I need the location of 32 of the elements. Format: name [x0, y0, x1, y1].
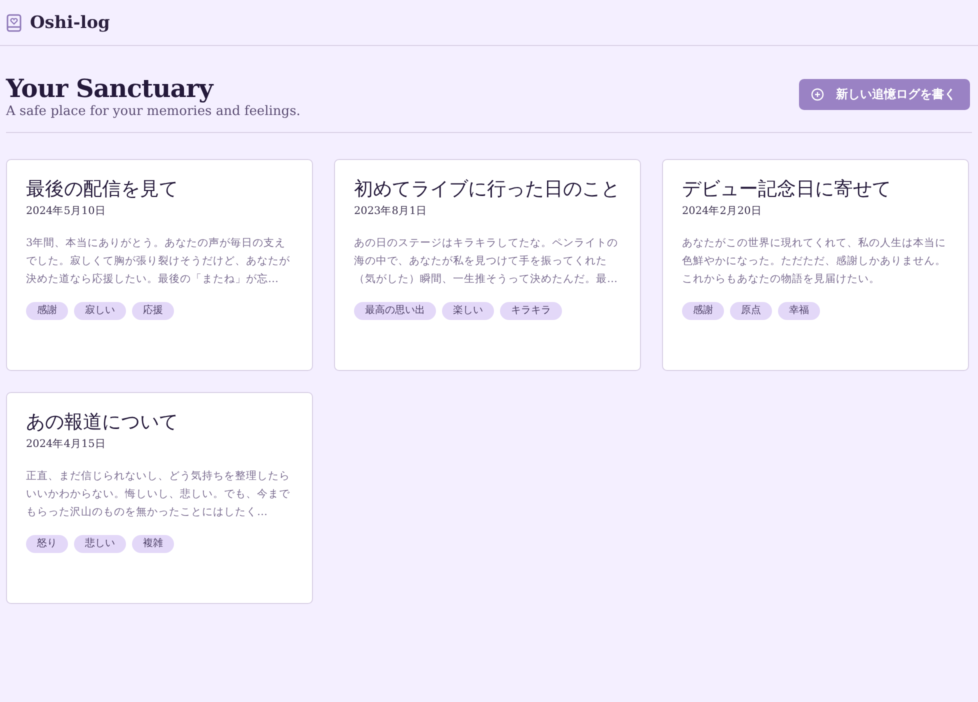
- card-excerpt: あなたがこの世界に現れてくれて、私の人生は本当に色鮮やかになった。ただただ、感謝しかありません。これからもあなたの物語を見届けたい。: [682, 236, 947, 287]
- card-excerpt: 3年間、本当にありがとう。あなたの声が毎日の支えでした。寂しくて胸が張り裂けそうだけど、あなたが決めた道なら応援したい。最後の「またね」が忘…: [26, 236, 291, 287]
- memory-card[interactable]: あの報道について 2024年4月15日 正直、まだ信じられないし、どう気持ちを整理したらいいかわからない。悔しいし、悲しい。でも、今までもらった沢山のものを無かったことにはしたく… 怒り 悲しい 複雑: [6, 392, 313, 604]
- page-subtitle: A safe place for your memories and feelings.: [6, 104, 300, 119]
- tag-chip: 感謝: [682, 302, 724, 320]
- tag-chip: 最高の思い出: [354, 302, 436, 320]
- memory-card[interactable]: 初めてライブに行った日のこと 2023年8月1日 あの日のステージはキラキラしてたな。ペンライトの海の中で、あなたが私を見つけて手を振ってくれた（気がした）瞬間、一生推そうって決めたんだ。最… 最高の思い出 楽しい キラキラ: [334, 159, 641, 371]
- plus-circle-icon: [811, 88, 824, 101]
- tag-chip: 寂しい: [74, 302, 126, 320]
- card-title: あの報道について: [26, 410, 179, 435]
- tag-chip: 悲しい: [74, 535, 126, 553]
- app-name: Oshi-log: [30, 12, 110, 32]
- memory-card[interactable]: デビュー記念日に寄せて 2024年2月20日 あなたがこの世界に現れてくれて、私の人生は本当に色鮮やかになった。ただただ、感謝しかありません。これからもあなたの物語を見届けたい。 感謝 原点 幸福: [662, 159, 969, 371]
- card-date: 2024年4月15日: [26, 437, 107, 451]
- tag-chip: 応援: [132, 302, 174, 320]
- card-excerpt: あの日のステージはキラキラしてたな。ペンライトの海の中で、あなたが私を見つけて手を振ってくれた（気がした）瞬間、一生推そうって決めたんだ。最…: [354, 236, 619, 287]
- page-title: Your Sanctuary: [6, 74, 215, 104]
- card-title: デビュー記念日に寄せて: [682, 177, 892, 202]
- tag-chip: 感謝: [26, 302, 68, 320]
- card-title: 初めてライブに行った日のこと: [354, 177, 621, 202]
- tag-chip: 楽しい: [442, 302, 494, 320]
- memory-card[interactable]: 最後の配信を見て 2024年5月10日 3年間、本当にありがとう。あなたの声が毎日の支えでした。寂しくて胸が張り裂けそうだけど、あなたが決めた道なら応援したい。最後の「またね」が忘… 感謝 寂しい 応援: [6, 159, 313, 371]
- tag-chip: 原点: [730, 302, 772, 320]
- card-date: 2024年5月10日: [26, 204, 107, 218]
- card-title: 最後の配信を見て: [26, 177, 179, 202]
- tag-chip: 幸福: [778, 302, 820, 320]
- card-date: 2024年2月20日: [682, 204, 763, 218]
- tag-chip: キラキラ: [500, 302, 562, 320]
- card-excerpt: 正直、まだ信じられないし、どう気持ちを整理したらいいかわからない。悔しいし、悲しい。でも、今までもらった沢山のものを無かったことにはしたく…: [26, 469, 291, 520]
- tag-chip: 怒り: [26, 535, 68, 553]
- card-date: 2023年8月1日: [354, 204, 428, 218]
- tag-chip: 複雑: [132, 535, 174, 553]
